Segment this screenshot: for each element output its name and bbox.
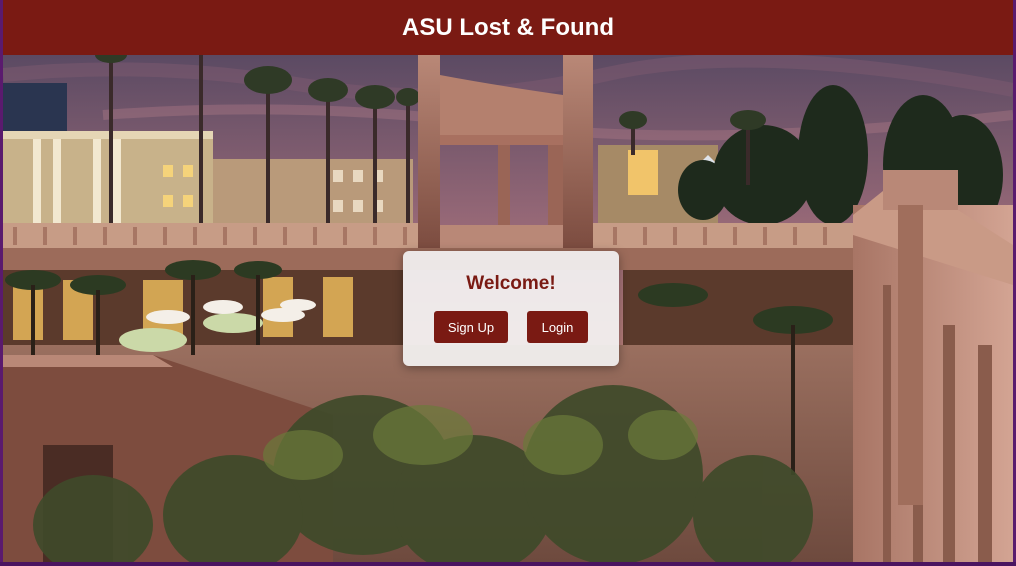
- app-title: ASU Lost & Found: [402, 13, 614, 41]
- page-bottom-border: [0, 562, 1016, 566]
- sign-up-button[interactable]: Sign Up: [434, 311, 508, 343]
- welcome-heading: Welcome!: [466, 273, 556, 294]
- welcome-card: Welcome! Sign Up Login: [403, 251, 619, 366]
- app-frame: ASU Lost & Found Welcome! Sign Up Login: [3, 0, 1013, 562]
- login-button[interactable]: Login: [527, 311, 588, 343]
- app-header: ASU Lost & Found: [3, 0, 1013, 55]
- auth-button-row: Sign Up Login: [403, 311, 619, 343]
